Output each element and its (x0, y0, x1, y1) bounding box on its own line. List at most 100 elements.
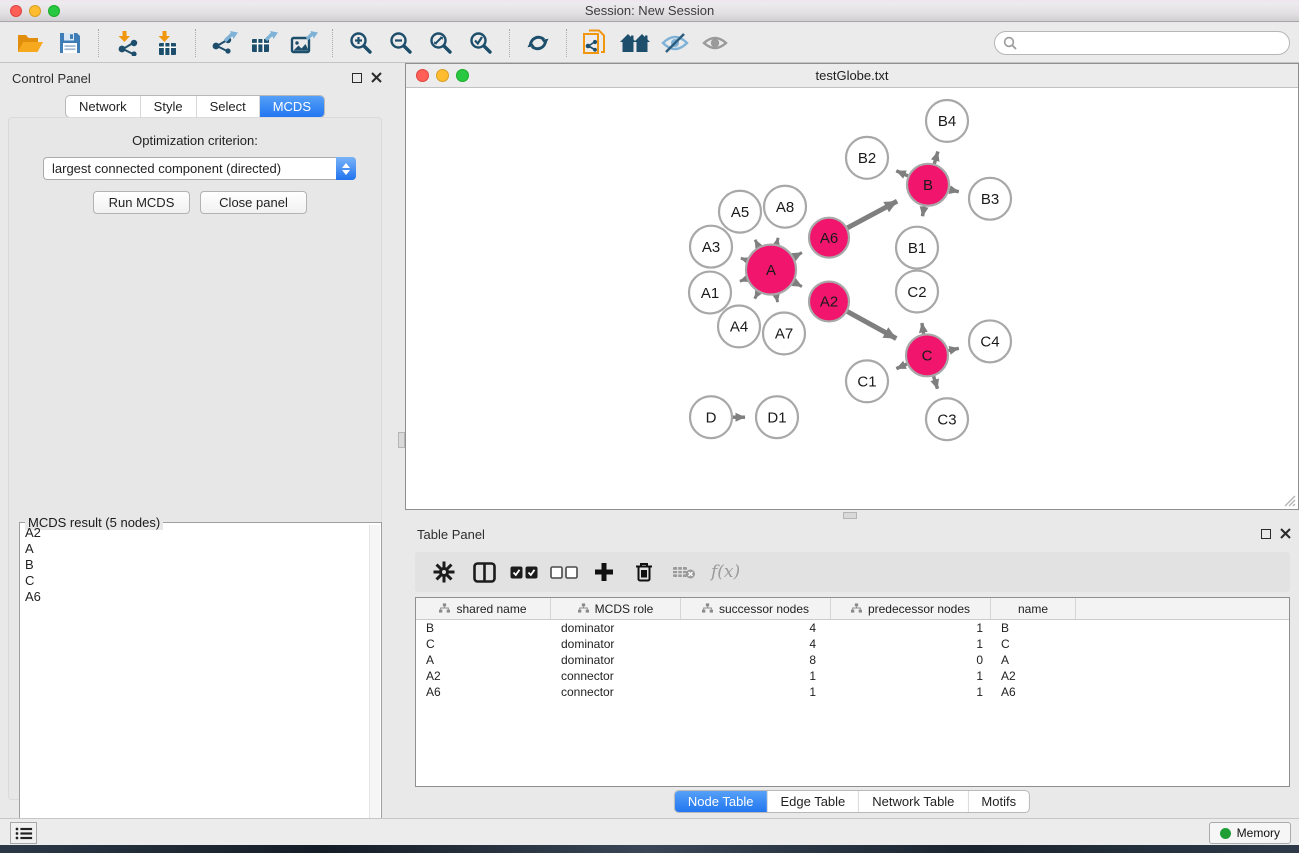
graph-node-B[interactable]: B (907, 164, 949, 206)
column-header-mcds-role[interactable]: MCDS role (551, 598, 681, 619)
graph-edge-C-C3[interactable] (934, 376, 938, 388)
criterion-dropdown[interactable]: largest connected component (directed) (43, 157, 356, 180)
graph-node-B1[interactable]: B1 (896, 227, 938, 269)
graph-node-A1[interactable]: A1 (689, 272, 731, 314)
graph-edge-A6-B[interactable] (848, 201, 898, 228)
graph-edge-C-C4[interactable] (949, 348, 959, 350)
graph-edge-A-A1[interactable] (740, 279, 747, 281)
function-builder-icon[interactable]: f(x) (709, 562, 740, 582)
task-history-button[interactable] (10, 822, 37, 844)
table-tab-node-table[interactable]: Node Table (675, 791, 767, 812)
graph-edge-A-A5[interactable] (755, 240, 759, 247)
column-settings-icon[interactable] (429, 557, 459, 587)
result-item-B[interactable]: B (21, 557, 368, 573)
run-mcds-button[interactable]: Run MCDS (93, 191, 190, 214)
import-network-icon[interactable] (107, 26, 147, 60)
select-all-columns-icon[interactable] (509, 557, 539, 587)
table-tab-network-table[interactable]: Network Table (858, 791, 967, 812)
graph-edge-A-A2[interactable] (794, 282, 802, 286)
table-tab-edge-table[interactable]: Edge Table (766, 791, 858, 812)
tab-style[interactable]: Style (140, 96, 196, 117)
table-tab-motifs[interactable]: Motifs (967, 791, 1029, 812)
result-item-C[interactable]: C (21, 573, 368, 589)
close-panel-button[interactable]: Close panel (200, 191, 307, 214)
close-table-panel-icon[interactable] (1280, 528, 1291, 539)
tab-mcds[interactable]: MCDS (259, 96, 324, 117)
float-table-panel-icon[interactable] (1261, 529, 1271, 539)
open-file-icon[interactable] (10, 26, 50, 60)
graph-node-C2[interactable]: C2 (896, 271, 938, 313)
table-row[interactable]: A2connector11A2 (416, 668, 1289, 684)
graph-node-A[interactable]: A (746, 245, 796, 295)
close-panel-icon[interactable] (371, 72, 382, 83)
graph-node-A7[interactable]: A7 (763, 312, 805, 354)
graph-node-B3[interactable]: B3 (969, 178, 1011, 220)
resize-grip-icon[interactable] (1284, 495, 1296, 507)
graph-edge-A-A8[interactable] (777, 238, 779, 244)
result-scrollbar[interactable] (369, 525, 380, 853)
export-image-icon[interactable] (284, 26, 324, 60)
zoom-selected-icon[interactable] (461, 26, 501, 60)
network-window-titlebar[interactable]: testGlobe.txt (406, 64, 1298, 88)
import-table-icon[interactable] (147, 26, 187, 60)
network-close-button[interactable] (416, 69, 429, 82)
network-canvas[interactable]: AA1A2A3A4A5A6A7A8BB1B2B3B4CC1C2C3C4DD1 (406, 89, 1298, 509)
search-input[interactable] (1017, 36, 1289, 51)
export-table-icon[interactable] (244, 26, 284, 60)
table-row[interactable]: Bdominator41B (416, 620, 1289, 636)
zoom-fit-icon[interactable] (421, 26, 461, 60)
graph-node-A2[interactable]: A2 (809, 282, 849, 322)
graph-edge-C-C2[interactable] (922, 323, 924, 334)
graph-node-D[interactable]: D (690, 396, 732, 438)
graph-node-B2[interactable]: B2 (846, 137, 888, 179)
save-icon[interactable] (50, 26, 90, 60)
table-row[interactable]: Adominator80A (416, 652, 1289, 668)
column-header-name[interactable]: name (991, 598, 1076, 619)
graph-node-A8[interactable]: A8 (764, 186, 806, 228)
column-header-shared-name[interactable]: shared name (416, 598, 551, 619)
panel-divider-handle[interactable] (398, 432, 405, 448)
graph-node-C[interactable]: C (906, 334, 948, 376)
delete-column-icon[interactable] (629, 557, 659, 587)
graph-node-A4[interactable]: A4 (718, 305, 760, 347)
network-maximize-button[interactable] (456, 69, 469, 82)
horizontal-divider-handle[interactable] (843, 512, 857, 519)
graph-node-C1[interactable]: C1 (846, 360, 888, 402)
unselect-all-columns-icon[interactable] (549, 557, 579, 587)
graph-node-A6[interactable]: A6 (809, 218, 849, 258)
eye-icon[interactable] (695, 26, 735, 60)
graph-node-C4[interactable]: C4 (969, 320, 1011, 362)
result-item-A[interactable]: A (21, 541, 368, 557)
add-column-icon[interactable] (589, 557, 619, 587)
split-view-icon[interactable] (469, 557, 499, 587)
graph-edge-C-C1[interactable] (896, 364, 906, 369)
graph-edge-B-B2[interactable] (896, 171, 908, 176)
network-graph[interactable]: AA1A2A3A4A5A6A7A8BB1B2B3B4CC1C2C3C4DD1 (406, 89, 1298, 509)
graph-edge-A-A7[interactable] (776, 295, 777, 302)
tab-select[interactable]: Select (196, 96, 259, 117)
refresh-icon[interactable] (518, 26, 558, 60)
graph-edge-B-B4[interactable] (934, 152, 938, 164)
column-header-predecessor-nodes[interactable]: predecessor nodes (831, 598, 991, 619)
graph-edge-A2-C[interactable] (847, 312, 896, 339)
graph-edge-A-A6[interactable] (794, 253, 802, 257)
zoom-out-icon[interactable] (381, 26, 421, 60)
eye-crossed-icon[interactable] (655, 26, 695, 60)
graph-edge-B-B1[interactable] (923, 206, 925, 216)
close-window-button[interactable] (10, 5, 22, 17)
minimize-window-button[interactable] (29, 5, 41, 17)
home-icon[interactable] (615, 26, 655, 60)
float-panel-icon[interactable] (352, 73, 362, 83)
result-item-A2[interactable]: A2 (21, 525, 368, 541)
graph-node-C3[interactable]: C3 (926, 398, 968, 440)
tab-network[interactable]: Network (66, 96, 140, 117)
copy-network-icon[interactable] (575, 26, 615, 60)
graph-edge-A-A3[interactable] (741, 258, 747, 260)
column-header-successor-nodes[interactable]: successor nodes (681, 598, 831, 619)
table-row[interactable]: A6connector11A6 (416, 684, 1289, 700)
zoom-in-icon[interactable] (341, 26, 381, 60)
export-network-icon[interactable] (204, 26, 244, 60)
graph-node-D1[interactable]: D1 (756, 396, 798, 438)
result-item-A6[interactable]: A6 (21, 589, 368, 605)
table-row[interactable]: Cdominator41C (416, 636, 1289, 652)
